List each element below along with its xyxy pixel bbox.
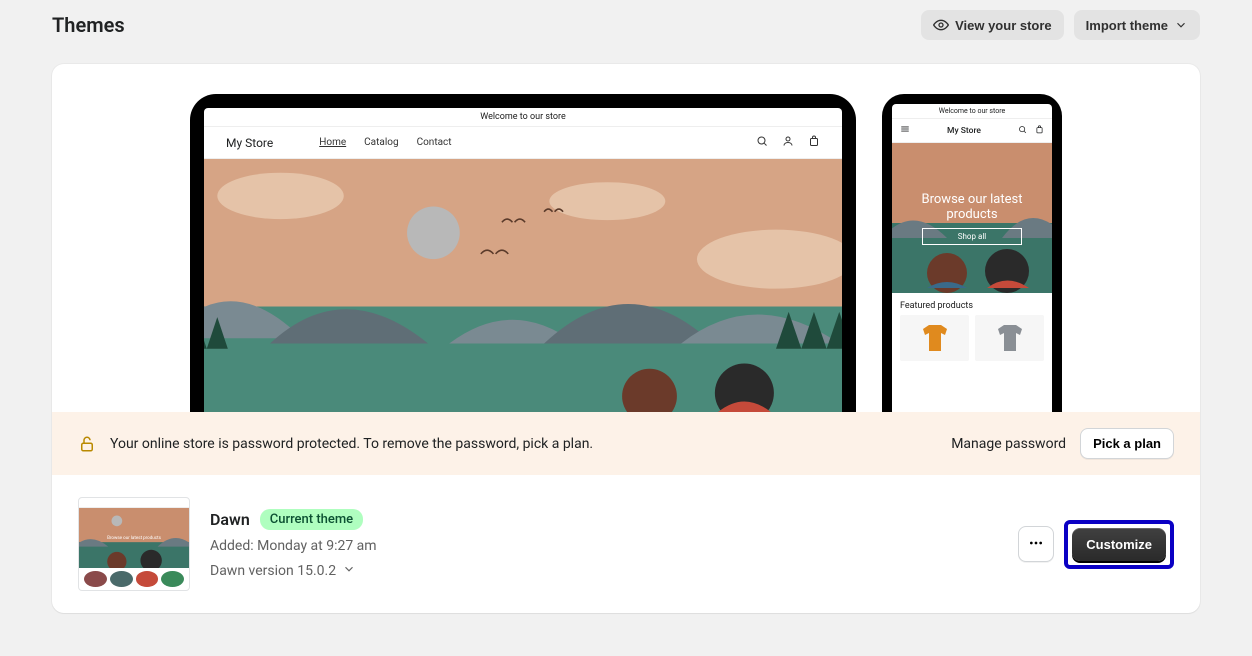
- product-thumb: [975, 315, 1044, 361]
- theme-version-label: Dawn version 15.0.2: [210, 563, 336, 579]
- pick-plan-button[interactable]: Pick a plan: [1080, 428, 1174, 459]
- preview-area: Welcome to our store My Store Home Catal…: [52, 64, 1200, 412]
- product-row: [892, 315, 1052, 361]
- theme-version-dropdown[interactable]: Dawn version 15.0.2: [210, 562, 377, 580]
- lock-icon: [78, 435, 96, 453]
- store-name: My Store: [226, 136, 273, 150]
- search-icon: [1018, 125, 1027, 137]
- menu-icon: [900, 124, 910, 137]
- user-icon: [782, 135, 794, 150]
- store-navbar-mobile: My Store: [892, 118, 1052, 143]
- store-navbar: My Store Home Catalog Contact: [204, 126, 842, 159]
- bag-icon: [808, 135, 820, 150]
- shop-all-button: Shop all: [922, 228, 1023, 245]
- search-icon: [756, 135, 768, 150]
- dots-icon: [1028, 535, 1044, 554]
- manage-password-link[interactable]: Manage password: [951, 436, 1066, 452]
- nav-catalog: Catalog: [364, 137, 398, 148]
- import-theme-button[interactable]: Import theme: [1074, 10, 1200, 40]
- bag-icon: [1035, 125, 1044, 137]
- current-theme-row: Browse our latest products Dawn Current …: [52, 475, 1200, 613]
- product-thumb: [900, 315, 969, 361]
- store-name-mobile: My Store: [947, 126, 981, 136]
- customize-highlight: Customize: [1064, 520, 1174, 569]
- view-store-button[interactable]: View your store: [921, 10, 1064, 40]
- mobile-preview-frame: Welcome to our store My Store: [882, 94, 1062, 412]
- eye-icon: [933, 17, 949, 33]
- hero-text-line2: products: [922, 207, 1023, 222]
- nav-contact: Contact: [417, 137, 452, 148]
- desktop-preview-frame: Welcome to our store My Store Home Catal…: [190, 94, 856, 412]
- page-title: Themes: [52, 13, 125, 37]
- hero-text-line1: Browse our latest: [922, 192, 1023, 207]
- chevron-down-icon: [1174, 18, 1188, 32]
- hero-image: [204, 159, 842, 412]
- page-header: Themes View your store Import theme: [52, 0, 1200, 64]
- more-actions-button[interactable]: [1018, 526, 1054, 562]
- theme-name: Dawn: [210, 510, 250, 529]
- password-banner: Your online store is password protected.…: [52, 412, 1200, 475]
- theme-card: Welcome to our store My Store Home Catal…: [52, 64, 1200, 613]
- password-message: Your online store is password protected.…: [110, 436, 593, 452]
- announcement-bar: Welcome to our store: [204, 108, 842, 126]
- current-theme-badge: Current theme: [260, 509, 363, 530]
- chevron-down-icon: [342, 562, 356, 580]
- hero-image-mobile: Browse our latest products Shop all: [892, 143, 1052, 293]
- customize-button[interactable]: Customize: [1072, 528, 1166, 561]
- view-store-label: View your store: [955, 18, 1052, 33]
- theme-added: Added: Monday at 9:27 am: [210, 538, 377, 554]
- announcement-bar-mobile: Welcome to our store: [892, 104, 1052, 118]
- theme-thumbnail: Browse our latest products: [78, 497, 190, 591]
- thumb-hero-text: Browse our latest products: [107, 536, 161, 541]
- import-theme-label: Import theme: [1086, 18, 1168, 33]
- featured-products-label: Featured products: [892, 293, 1052, 315]
- nav-home: Home: [319, 137, 346, 148]
